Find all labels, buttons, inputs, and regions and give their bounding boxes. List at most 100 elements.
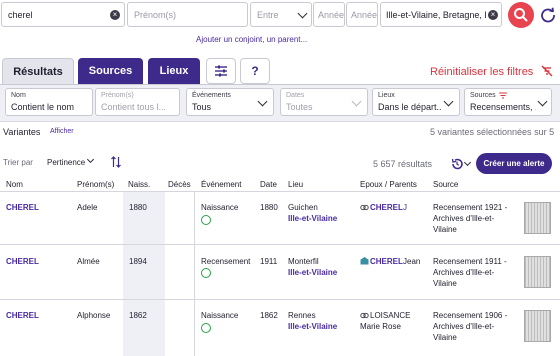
filter-value: Recensements, ... xyxy=(470,102,536,112)
check-circle-icon xyxy=(201,215,211,225)
row-birth-year: 1894 xyxy=(129,257,147,266)
chevron-down-icon xyxy=(443,96,454,107)
row-source-line-3: Vilaine xyxy=(433,225,457,234)
tab-sources[interactable]: Sources xyxy=(78,58,143,84)
history-icon[interactable] xyxy=(450,157,464,171)
search-icon xyxy=(514,8,528,22)
filter-label: Prénom(s) xyxy=(101,92,134,99)
tab-results[interactable]: Résultats xyxy=(2,58,74,84)
table-row[interactable]: CHEREL Almée 1894 Recensement 1911 Monte… xyxy=(0,245,560,299)
col-header-name[interactable]: Nom xyxy=(6,180,23,189)
filter-places[interactable]: Lieux Dans le départ... xyxy=(372,88,460,116)
row-spouse-firstname: Jean xyxy=(403,257,421,266)
chevron-down-icon xyxy=(297,8,308,19)
variants-label: Variantes xyxy=(3,127,41,137)
row-spouse-name[interactable]: CHEREL xyxy=(370,256,403,267)
filter-off-icon[interactable] xyxy=(540,64,554,78)
row-spouse-name[interactable]: CHEREL xyxy=(370,202,403,213)
col-header-event[interactable]: Événement xyxy=(201,180,241,189)
filter-name[interactable]: Nom Contient le nom xyxy=(5,88,93,116)
col-header-place[interactable]: Lieu xyxy=(288,180,303,189)
clear-place-icon[interactable]: × xyxy=(488,10,498,20)
col-header-date[interactable]: Date xyxy=(260,180,277,189)
col-header-firstname[interactable]: Prénom(s) xyxy=(77,180,114,189)
year-from-field[interactable]: Année xyxy=(313,2,345,27)
create-alert-button[interactable]: Créer une alerte xyxy=(476,153,552,174)
row-source-line-3: Vilaine xyxy=(433,279,457,288)
row-birth-year: 1880 xyxy=(129,203,147,212)
filter-label: Lieux xyxy=(378,92,395,99)
reset-filters-link[interactable]: Réinitialiser les filtres xyxy=(430,66,533,78)
year-from-placeholder: Année xyxy=(318,10,345,20)
check-circle-icon xyxy=(201,268,211,278)
name-search-value: cherel xyxy=(8,10,33,20)
filter-label: Nom xyxy=(11,92,26,99)
row-place-region[interactable]: Ille-et-Vilaine xyxy=(288,213,337,224)
row-place-region[interactable]: Ille-et-Vilaine xyxy=(288,267,337,278)
document-thumbnail[interactable] xyxy=(524,256,551,288)
chevron-down-icon xyxy=(537,96,548,107)
reset-search-icon[interactable] xyxy=(539,6,557,24)
row-birth-year: 1862 xyxy=(129,311,147,320)
row-source-line-1: Recensement 1906 - xyxy=(433,311,508,320)
filter-firstname[interactable]: Prénom(s) Contient tous l... xyxy=(95,88,180,116)
row-place-region[interactable]: Ille-et-Vilaine xyxy=(288,321,337,332)
filter-active-icon xyxy=(499,92,507,99)
row-source-line-1: Recensement 1921 - xyxy=(433,203,508,212)
clear-name-icon[interactable]: × xyxy=(110,10,120,20)
row-place: Guichen xyxy=(288,203,318,212)
row-source-line-2: Archives d'Ille-et- xyxy=(433,322,495,331)
sort-direction-icon[interactable] xyxy=(110,156,122,168)
chevron-down-icon xyxy=(257,96,268,107)
filter-dates[interactable]: Dates Toutes xyxy=(280,88,368,116)
chevron-down-icon xyxy=(86,155,95,164)
row-source-line-3: Vilaine xyxy=(433,333,457,342)
firstname-placeholder: Prénom(s) xyxy=(134,10,177,20)
event-range-select[interactable]: Entre xyxy=(250,2,312,27)
col-header-birth[interactable]: Naiss. xyxy=(128,180,150,189)
row-source-line-2: Archives d'Ille-et- xyxy=(433,214,495,223)
row-place: Rennes xyxy=(288,311,316,320)
variants-selected: 5 variantes sélectionnées sur 5 xyxy=(430,127,555,137)
household-icon xyxy=(360,257,369,265)
document-thumbnail[interactable] xyxy=(524,310,551,342)
add-relative-link[interactable]: Ajouter un conjoint, un parent... xyxy=(196,35,307,44)
row-firstname: Almée xyxy=(77,257,100,266)
row-name-link[interactable]: CHEREL xyxy=(6,202,39,213)
row-spouse-name[interactable]: LOISANCE xyxy=(370,310,410,321)
show-variants-link[interactable]: Afficher xyxy=(50,128,74,135)
firstname-field[interactable]: Prénom(s) xyxy=(127,2,248,27)
filter-label: Dates xyxy=(286,92,305,99)
results-count: 5 657 résultats xyxy=(373,159,433,169)
chevron-down-icon[interactable] xyxy=(463,158,472,167)
sort-select[interactable]: Pertinence xyxy=(47,155,99,169)
parents-icon xyxy=(360,312,369,319)
row-name-link[interactable]: CHEREL xyxy=(6,310,39,321)
row-date: 1862 xyxy=(260,311,278,320)
place-field[interactable]: Ille-et-Vilaine, Bretagne, Fr × xyxy=(380,2,502,27)
row-name-link[interactable]: CHEREL xyxy=(6,256,39,267)
tab-places[interactable]: Lieux xyxy=(148,58,200,84)
filter-settings-button[interactable] xyxy=(206,58,236,84)
col-header-spouse[interactable]: Epoux / Parents xyxy=(360,180,417,189)
filter-events[interactable]: Événements Tous xyxy=(186,88,274,116)
table-row[interactable]: CHEREL Adele 1880 Naissance 1880 Guichen… xyxy=(0,192,560,244)
filter-value: Toutes xyxy=(286,102,313,112)
col-header-death[interactable]: Décès xyxy=(168,180,191,189)
place-value: Ille-et-Vilaine, Bretagne, Fr xyxy=(386,10,486,20)
filter-value: Contient tous l... xyxy=(101,102,167,112)
help-button[interactable]: ? xyxy=(240,58,270,84)
col-header-source[interactable]: Source xyxy=(433,180,458,189)
filter-label: Sources xyxy=(470,92,496,99)
document-thumbnail[interactable] xyxy=(524,202,551,234)
row-firstname: Adele xyxy=(77,203,98,212)
table-row[interactable]: CHEREL Alphonse 1862 Naissance 1862 Renn… xyxy=(0,300,560,356)
year-to-field[interactable]: Année xyxy=(346,2,378,27)
name-search-field[interactable]: cherel × xyxy=(1,2,125,27)
row-place: Monterfil xyxy=(288,257,319,266)
search-button[interactable] xyxy=(508,2,534,28)
row-event: Naissance xyxy=(201,311,239,320)
row-firstname: Alphonse xyxy=(77,311,111,320)
filter-sources[interactable]: Sources Recensements, ... xyxy=(464,88,552,116)
row-spouse-firstname: J xyxy=(403,203,407,212)
